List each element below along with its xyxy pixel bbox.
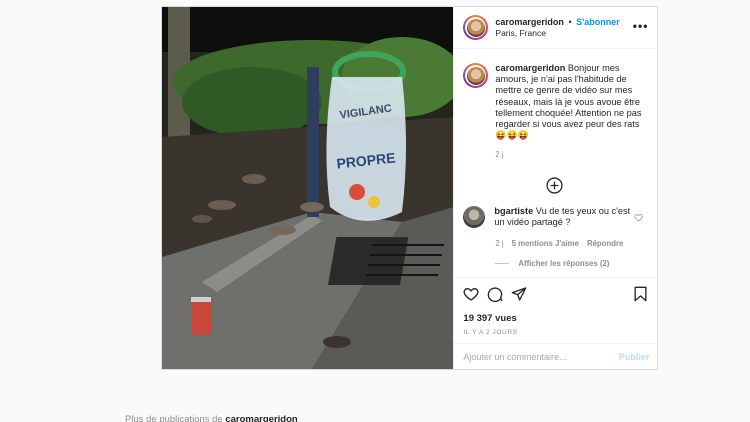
comment-meta: 2 j 5 mentions J'aime Répondre (495, 239, 623, 248)
post-caption: caromargeridon Bonjour mes amours, je n'… (463, 63, 651, 141)
avatar-image (466, 18, 485, 37)
comment-avatar[interactable] (463, 206, 486, 228)
caption-timestamp: 2 j (495, 150, 504, 159)
post-card: VIGILANC PROPRE caromargeridon • S'abonn… (161, 6, 659, 370)
caption-username[interactable]: caromargeridon (495, 63, 565, 73)
view-replies-label[interactable]: Afficher les réponses (2) (518, 259, 609, 268)
post-video[interactable]: VIGILANC PROPRE (162, 7, 454, 369)
post-timestamp: IL Y A 2 JOURS (463, 329, 518, 336)
comment-likes[interactable]: 5 mentions J'aime (512, 239, 579, 248)
more-posts-user[interactable]: caromargeridon (225, 414, 297, 422)
comment-like-icon[interactable] (634, 213, 643, 222)
share-icon[interactable] (511, 286, 527, 302)
view-replies[interactable]: Afficher les réponses (2) (495, 259, 609, 268)
more-posts-heading: Plus de publications de caromargeridon (125, 414, 298, 422)
comment-item: bgartiste Vu de tes yeux ou c'est un vid… (463, 206, 651, 228)
more-options-icon[interactable]: ••• (633, 20, 649, 32)
load-more-comments-icon[interactable] (546, 177, 563, 194)
comment-timestamp: 2 j (495, 239, 504, 248)
comment-icon[interactable] (487, 286, 503, 302)
follow-button[interactable]: S'abonner (576, 17, 620, 27)
avatar[interactable] (463, 15, 489, 40)
username-link[interactable]: caromargeridon (495, 17, 564, 27)
post-actions: 19 397 vues IL Y A 2 JOURS Publier (454, 277, 659, 370)
comment-username[interactable]: bgartiste (494, 206, 533, 216)
caption-emoji: 😝😝😝 (495, 130, 530, 141)
add-comment-bar: Publier (454, 343, 659, 370)
like-icon[interactable] (463, 286, 479, 302)
caption-avatar[interactable] (463, 63, 489, 88)
location-link[interactable]: Paris, France (495, 28, 619, 39)
video-frame: VIGILANC PROPRE (162, 7, 454, 369)
more-posts-prefix: Plus de publications de (125, 414, 223, 422)
separator-dot: • (568, 16, 572, 27)
post-header: caromargeridon • S'abonner Paris, France… (454, 7, 659, 49)
view-count[interactable]: 19 397 vues (463, 313, 516, 324)
replies-divider (495, 263, 510, 264)
post-side-panel: caromargeridon • S'abonner Paris, France… (453, 7, 659, 370)
publish-button[interactable]: Publier (619, 352, 650, 362)
comment-input[interactable] (463, 352, 619, 362)
reply-button[interactable]: Répondre (587, 239, 623, 248)
bookmark-icon[interactable] (633, 286, 648, 302)
